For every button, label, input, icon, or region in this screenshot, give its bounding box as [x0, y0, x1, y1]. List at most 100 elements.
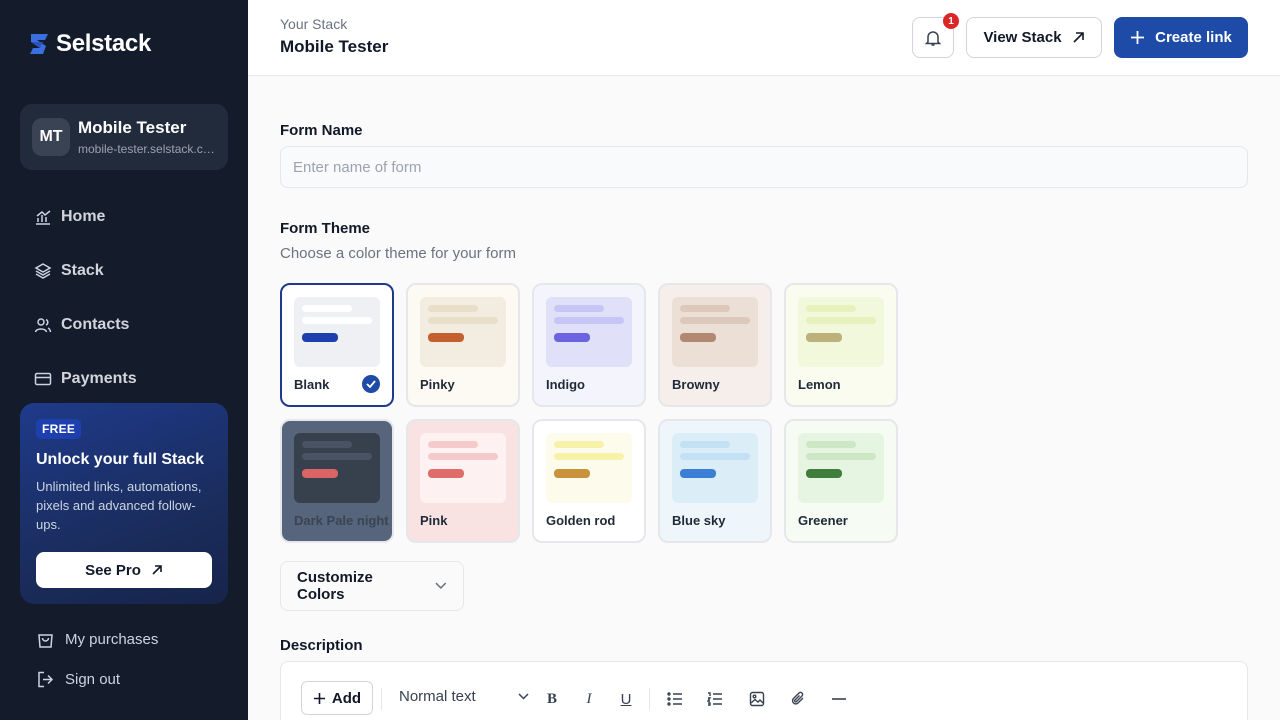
bold-button[interactable]: B: [541, 688, 563, 710]
form-name-input[interactable]: [280, 146, 1248, 188]
preview-button: [806, 469, 842, 478]
preview-button: [554, 333, 590, 342]
theme-option-browny[interactable]: Browny: [658, 283, 772, 407]
theme-name: Blue sky: [672, 513, 726, 528]
preview-button: [680, 333, 716, 342]
numbered-list-icon: [707, 692, 722, 706]
add-label: Add: [331, 689, 362, 707]
my-purchases-label: My purchases: [65, 631, 159, 648]
theme-option-dark-pale-night[interactable]: Dark Pale night: [280, 419, 394, 543]
divider-button[interactable]: [828, 688, 850, 710]
theme-preview: [672, 433, 758, 503]
profile-card[interactable]: MT Mobile Tester mobile-tester.selstack.…: [20, 104, 228, 170]
promo-description: Unlimited links, automations, pixels and…: [36, 479, 202, 532]
theme-option-blank[interactable]: Blank: [280, 283, 394, 407]
theme-preview: [420, 297, 506, 367]
italic-button[interactable]: I: [578, 688, 600, 710]
view-stack-label: View Stack: [983, 29, 1062, 46]
my-purchases-link[interactable]: My purchases: [36, 630, 158, 649]
nav-item-stack[interactable]: Stack: [34, 262, 104, 280]
theme-option-golden-rod[interactable]: Golden rod: [532, 419, 646, 543]
theme-option-pink[interactable]: Pink: [406, 419, 520, 543]
create-link-label: Create link: [1155, 29, 1232, 46]
plus-icon: [1131, 31, 1145, 44]
theme-name: Blank: [294, 377, 330, 392]
logout-icon: [38, 671, 54, 688]
theme-name: Greener: [798, 513, 848, 528]
text-style-value: Normal text: [399, 688, 476, 705]
preview-button: [428, 333, 464, 342]
see-pro-label: See Pro: [85, 561, 141, 579]
toolbar-divider: [381, 688, 382, 710]
theme-option-lemon[interactable]: Lemon: [784, 283, 898, 407]
nav-item-home[interactable]: Home: [34, 208, 105, 226]
theme-option-greener[interactable]: Greener: [784, 419, 898, 543]
preview-line: [680, 305, 730, 312]
insert-image-button[interactable]: [746, 688, 768, 710]
preview-line: [680, 441, 730, 448]
form-theme-label: Form Theme: [280, 220, 371, 237]
theme-preview: [546, 297, 632, 367]
sidebar: Selstack MT Mobile Tester mobile-tester.…: [0, 0, 248, 720]
notifications-button[interactable]: 1: [912, 13, 959, 58]
theme-name: Golden rod: [546, 513, 616, 528]
chevron-down-icon: [518, 693, 529, 700]
preview-line: [806, 453, 876, 460]
nav-label: Payments: [61, 370, 137, 387]
theme-option-pinky[interactable]: Pinky: [406, 283, 520, 407]
upgrade-card: FREE Unlock your full Stack Unlimited li…: [20, 403, 228, 604]
preview-button: [302, 469, 338, 478]
check-icon: [362, 375, 380, 393]
theme-preview: [798, 297, 884, 367]
form-theme-subtitle: Choose a color theme for your form: [280, 245, 516, 262]
see-pro-button[interactable]: See Pro: [36, 552, 212, 588]
underline-button[interactable]: U: [615, 688, 637, 710]
theme-option-indigo[interactable]: Indigo: [532, 283, 646, 407]
text-style-select[interactable]: Normal text: [399, 688, 529, 705]
attachment-icon: [791, 691, 804, 705]
preview-line: [428, 317, 498, 324]
add-block-button[interactable]: Add: [301, 681, 373, 715]
free-badge: FREE: [36, 419, 82, 439]
sign-out-link[interactable]: Sign out: [36, 670, 120, 689]
preview-button: [302, 333, 338, 342]
preview-line: [428, 453, 498, 460]
arrow-up-right-icon: [152, 565, 162, 575]
preview-line: [554, 317, 624, 324]
preview-line: [806, 317, 876, 324]
preview-button: [806, 333, 842, 342]
description-editor[interactable]: Add Normal text B I U: [280, 661, 1248, 720]
attachment-button[interactable]: [787, 688, 809, 710]
theme-preview: [798, 433, 884, 503]
theme-preview: [294, 433, 380, 503]
customize-colors-dropdown[interactable]: Customize Colors: [280, 561, 464, 611]
numbered-list-button[interactable]: [704, 688, 726, 710]
preview-button: [680, 469, 716, 478]
image-icon: [749, 691, 765, 707]
create-link-button[interactable]: Create link: [1114, 17, 1248, 58]
view-stack-button[interactable]: View Stack: [966, 17, 1102, 58]
promo-title: Unlock your full Stack: [36, 451, 205, 468]
preview-line: [554, 305, 604, 312]
theme-name: Pink: [420, 513, 448, 528]
preview-line: [680, 317, 750, 324]
theme-option-blue-sky[interactable]: Blue sky: [658, 419, 772, 543]
nav-item-payments[interactable]: Payments: [34, 370, 137, 388]
preview-line: [554, 453, 624, 460]
breadcrumb[interactable]: Your Stack: [280, 16, 347, 32]
theme-preview: [420, 433, 506, 503]
preview-button: [428, 469, 464, 478]
preview-line: [302, 317, 372, 324]
bold-icon: B: [546, 690, 557, 707]
bell-icon: [924, 30, 942, 46]
avatar: MT: [32, 118, 70, 156]
bullet-list-button[interactable]: [664, 688, 686, 710]
logo[interactable]: Selstack: [28, 30, 151, 58]
toolbar-divider: [649, 688, 650, 710]
italic-icon: I: [586, 690, 592, 707]
theme-name: Pinky: [420, 377, 455, 392]
nav-label: Home: [61, 208, 106, 225]
theme-name: Indigo: [546, 377, 585, 392]
nav-item-contacts[interactable]: Contacts: [34, 316, 129, 334]
bag-icon: [38, 634, 53, 648]
